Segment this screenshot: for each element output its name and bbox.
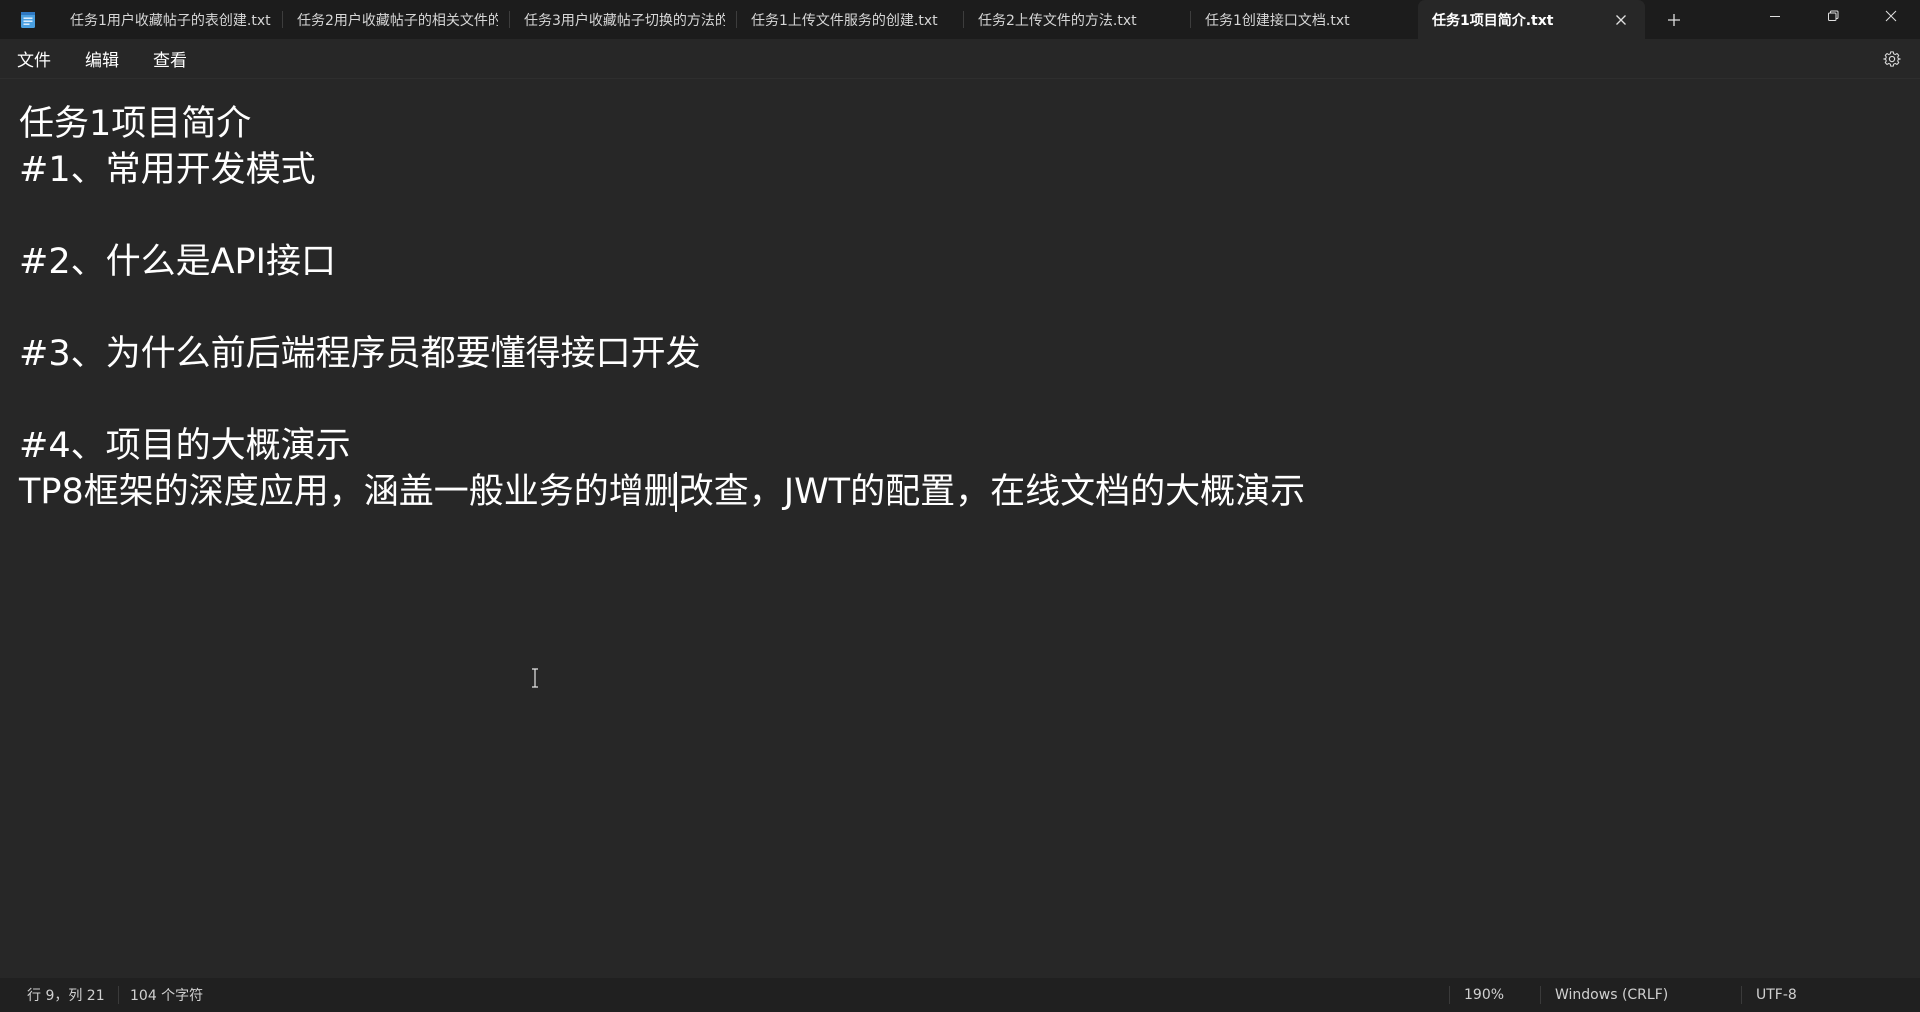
- editor-line: #3、为什么前后端程序员都要懂得接口开发: [19, 334, 701, 374]
- restore-icon[interactable]: [1804, 0, 1862, 32]
- tab-label: 任务1上传文件服务的创建.txt: [751, 12, 938, 29]
- status-spacer: [319, 978, 1449, 1012]
- zoom-level[interactable]: 190%: [1450, 978, 1540, 1012]
- editor-line: #4、项目的大概演示: [19, 426, 351, 466]
- tab-file-3[interactable]: 任务3用户收藏帖子切换的方法的: [510, 0, 737, 39]
- tab-label: 任务2上传文件的方法.txt: [978, 12, 1137, 29]
- menu-view[interactable]: 查看: [136, 43, 204, 75]
- menu-bar: 文件 编辑 查看: [0, 39, 1920, 79]
- editor-line: #1、常用开发模式: [19, 150, 316, 190]
- notepad-window: 任务1用户收藏帖子的表创建.txt 任务2用户收藏帖子的相关文件的 任务3用户收…: [0, 0, 1920, 1012]
- tab-strip: 任务1用户收藏帖子的表创建.txt 任务2用户收藏帖子的相关文件的 任务3用户收…: [56, 0, 1645, 39]
- menu-edit[interactable]: 编辑: [68, 43, 136, 75]
- tab-label: 任务1创建接口文档.txt: [1205, 12, 1350, 29]
- line-ending[interactable]: Windows (CRLF): [1541, 978, 1741, 1012]
- close-icon[interactable]: [1862, 0, 1920, 32]
- tab-file-4[interactable]: 任务1上传文件服务的创建.txt: [737, 0, 964, 39]
- status-bar: 行 9，列 21 104 个字符 190% Windows (CRLF) UTF…: [0, 978, 1920, 1012]
- gear-icon[interactable]: [1870, 43, 1914, 75]
- minimize-icon[interactable]: [1746, 0, 1804, 32]
- editor-line: TP8框架的深度应用，涵盖一般业务的增删改查，JWT的配置，在线文档的大概演示: [19, 472, 1306, 512]
- text-editor[interactable]: 任务1项目简介 #1、常用开发模式 #2、什么是API接口 #3、为什么前后端程…: [0, 80, 1920, 978]
- menu-file[interactable]: 文件: [0, 43, 68, 75]
- tab-label: 任务2用户收藏帖子的相关文件的: [297, 12, 498, 29]
- tab-file-7-active[interactable]: 任务1项目简介.txt: [1418, 0, 1645, 39]
- tab-file-1[interactable]: 任务1用户收藏帖子的表创建.txt: [56, 0, 283, 39]
- window-controls: [1746, 0, 1920, 39]
- notepad-icon: [0, 0, 56, 39]
- close-tab-icon[interactable]: [1609, 8, 1633, 32]
- text-caret: [675, 472, 677, 512]
- encoding[interactable]: UTF-8: [1742, 978, 1862, 1012]
- title-bar: 任务1用户收藏帖子的表创建.txt 任务2用户收藏帖子的相关文件的 任务3用户收…: [0, 0, 1920, 39]
- editor-line: 任务1项目简介: [19, 104, 252, 144]
- tab-label: 任务1用户收藏帖子的表创建.txt: [70, 12, 271, 29]
- editor-line: #2、什么是API接口: [19, 242, 336, 282]
- tab-label: 任务1项目简介.txt: [1432, 12, 1554, 29]
- character-count: 104 个字符: [130, 988, 204, 1004]
- tab-file-5[interactable]: 任务2上传文件的方法.txt: [964, 0, 1191, 39]
- plus-icon[interactable]: [1645, 0, 1703, 39]
- ibeam-cursor-icon: [530, 668, 540, 692]
- tab-label: 任务3用户收藏帖子切换的方法的: [524, 12, 725, 29]
- tab-file-2[interactable]: 任务2用户收藏帖子的相关文件的: [283, 0, 510, 39]
- tab-file-6[interactable]: 任务1创建接口文档.txt: [1191, 0, 1418, 39]
- cursor-position: 行 9，列 21: [27, 988, 105, 1004]
